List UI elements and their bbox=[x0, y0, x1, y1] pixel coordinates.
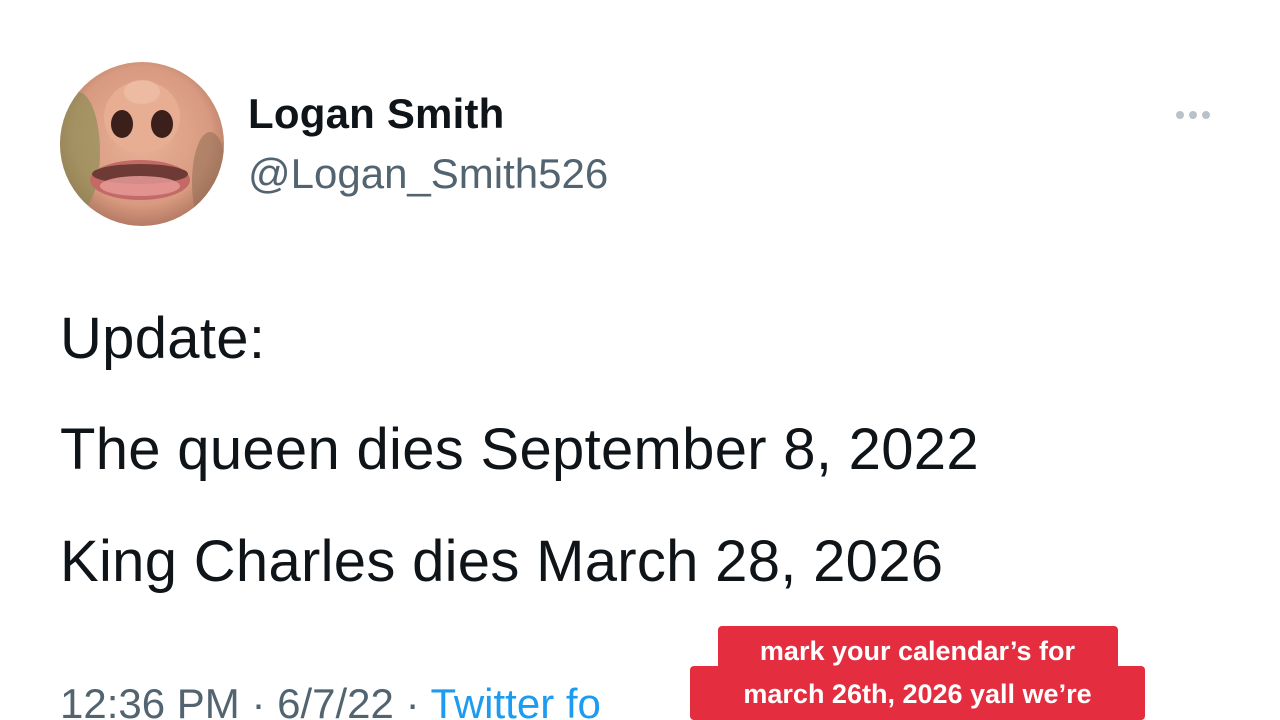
caption-line: march 26th, 2026 yall we’re bbox=[743, 679, 1092, 709]
tweet-card: Logan Smith @Logan_Smith526 Update: The … bbox=[0, 0, 1280, 720]
avatar[interactable] bbox=[60, 62, 224, 226]
tweet-text-line: King Charles dies March 28, 2026 bbox=[60, 529, 944, 594]
caption-line: mark your calendar’s for bbox=[759, 636, 1076, 666]
author-handle[interactable]: @Logan_Smith526 bbox=[248, 150, 608, 198]
meta-separator: · bbox=[251, 680, 266, 720]
video-caption-overlay: mark your calendar’s for march 26th, 202… bbox=[690, 626, 1145, 720]
tweet-metadata: 12:36 PM · 6/7/22 · Twitter fo bbox=[60, 680, 601, 720]
avatar-face-image bbox=[60, 62, 224, 226]
meta-separator: · bbox=[405, 680, 420, 720]
more-horizontal-icon bbox=[1189, 111, 1197, 119]
more-options-button[interactable] bbox=[1166, 100, 1220, 130]
more-horizontal-icon bbox=[1176, 111, 1184, 119]
tweet-source-link[interactable]: Twitter fo bbox=[431, 680, 601, 720]
tweet-date[interactable]: 6/7/22 bbox=[277, 680, 394, 720]
more-horizontal-icon bbox=[1202, 111, 1210, 119]
tweet-text-line: The queen dies September 8, 2022 bbox=[60, 417, 979, 482]
tweet-time[interactable]: 12:36 PM bbox=[60, 680, 240, 720]
tweet-text-line: Update: bbox=[60, 306, 266, 371]
author-display-name[interactable]: Logan Smith bbox=[248, 90, 505, 138]
